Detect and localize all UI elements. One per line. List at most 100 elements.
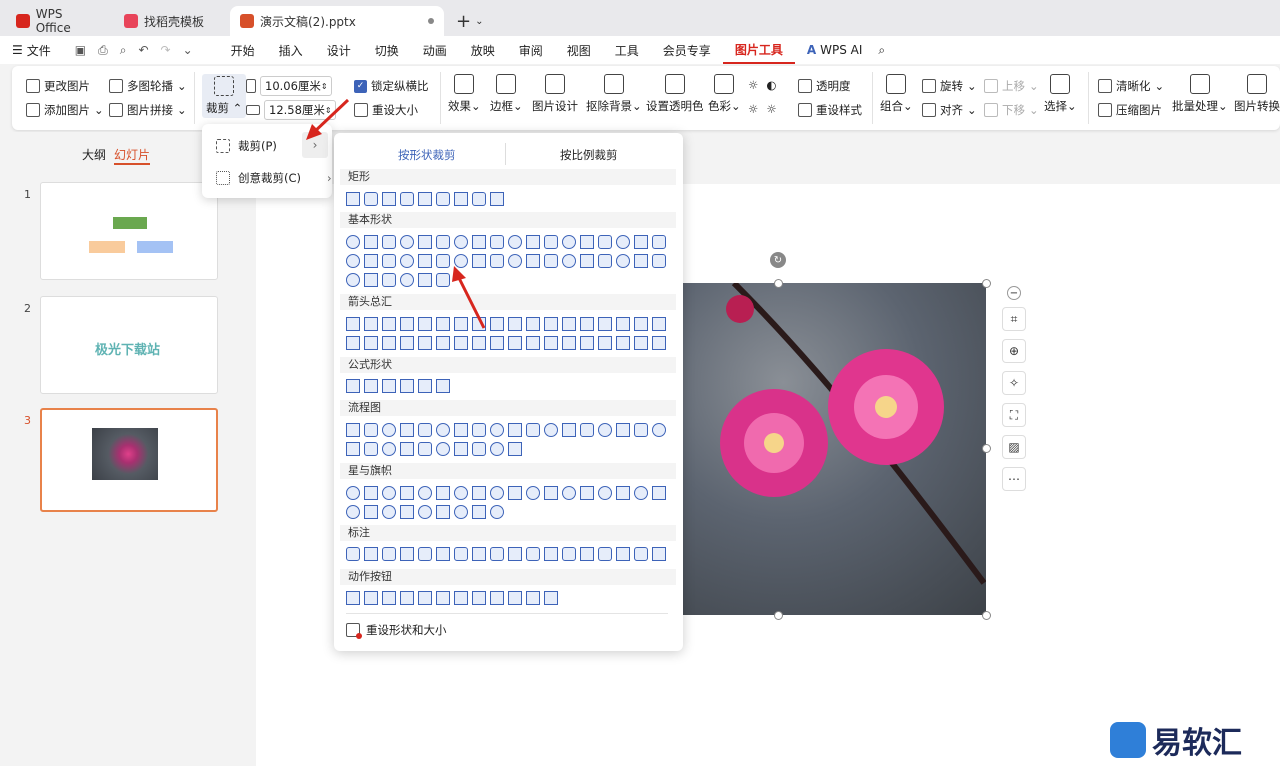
shape-option[interactable] (382, 317, 396, 331)
shape-option[interactable] (364, 273, 378, 287)
shape-option[interactable] (364, 336, 378, 350)
multi-carousel-button[interactable]: 多图轮播 ⌄ (109, 78, 187, 94)
shape-option[interactable] (454, 317, 468, 331)
shape-option[interactable] (400, 379, 414, 393)
shape-option[interactable] (562, 235, 576, 249)
shape-option[interactable] (454, 442, 468, 456)
shape-option[interactable] (400, 254, 414, 268)
tab-crop-by-ratio[interactable]: 按比例裁剪 (560, 147, 618, 163)
align-button[interactable]: 对齐 ⌄ (922, 102, 977, 118)
shape-option[interactable] (472, 192, 486, 206)
convert-button[interactable]: 图片转换 (1234, 74, 1280, 114)
shape-option[interactable] (454, 423, 468, 437)
shape-option[interactable] (436, 336, 450, 350)
save-icon[interactable]: ▣ (75, 43, 86, 57)
shape-option[interactable] (616, 235, 630, 249)
shape-option[interactable] (508, 547, 522, 561)
set-transparent-color-button[interactable]: 设置透明色 (646, 74, 704, 114)
shape-option[interactable] (364, 317, 378, 331)
shape-option[interactable] (400, 505, 414, 519)
shape-option[interactable] (382, 591, 396, 605)
crop-button[interactable]: 裁剪 ⌃ (202, 74, 247, 118)
shape-option[interactable] (472, 486, 486, 500)
shape-option[interactable] (382, 442, 396, 456)
shape-option[interactable] (490, 336, 504, 350)
shape-option[interactable] (652, 423, 666, 437)
shape-option[interactable] (346, 547, 360, 561)
shape-option[interactable] (472, 442, 486, 456)
redo-icon[interactable]: ↷ (161, 43, 171, 57)
scan-icon[interactable]: ⛶ (1002, 403, 1026, 427)
shape-option[interactable] (346, 442, 360, 456)
select-button[interactable]: 选择⌄ (1044, 74, 1077, 114)
shape-option[interactable] (454, 336, 468, 350)
shape-option[interactable] (598, 423, 612, 437)
tab-outline[interactable]: 大纲 (82, 146, 106, 163)
shape-option[interactable] (526, 591, 540, 605)
shape-option[interactable] (346, 336, 360, 350)
shape-option[interactable] (508, 317, 522, 331)
shape-option[interactable] (634, 547, 648, 561)
effect-button[interactable]: 效果⌄ (448, 74, 481, 114)
collapse-toolbar-icon[interactable]: − (1007, 286, 1021, 300)
menu-start[interactable]: 开始 (219, 36, 267, 64)
shape-option[interactable] (346, 192, 360, 206)
shape-option[interactable] (472, 423, 486, 437)
shape-option[interactable] (652, 317, 666, 331)
shape-option[interactable] (472, 254, 486, 268)
menu-design[interactable]: 设计 (315, 36, 363, 64)
contrast-icon[interactable]: ◐ (766, 78, 776, 92)
slide-thumbnail-1[interactable] (40, 182, 218, 280)
shape-option[interactable] (652, 486, 666, 500)
more-options-icon[interactable]: ⋯ (1002, 467, 1026, 491)
shape-option[interactable] (544, 486, 558, 500)
tab-wps-office[interactable]: WPS Office (6, 6, 110, 36)
submenu-chevron-icon[interactable]: › (302, 132, 328, 158)
transparency-button[interactable]: 透明度 (798, 78, 851, 94)
shape-option[interactable] (634, 336, 648, 350)
shape-option[interactable] (400, 317, 414, 331)
resize-handle[interactable] (982, 279, 991, 288)
menu-animation[interactable]: 动画 (411, 36, 459, 64)
shape-option[interactable] (472, 317, 486, 331)
shape-option[interactable] (346, 317, 360, 331)
shape-option[interactable] (382, 379, 396, 393)
shape-option[interactable] (580, 336, 594, 350)
print-icon[interactable]: ⎙ (98, 43, 108, 58)
shape-option[interactable] (436, 379, 450, 393)
undo-icon[interactable]: ↶ (138, 43, 148, 57)
shape-option[interactable] (436, 192, 450, 206)
shape-option[interactable] (598, 235, 612, 249)
shape-option[interactable] (526, 317, 540, 331)
shape-option[interactable] (346, 273, 360, 287)
shape-option[interactable] (544, 336, 558, 350)
shape-option[interactable] (436, 235, 450, 249)
reset-style-button[interactable]: 重设样式 (798, 102, 862, 118)
picture-design-button[interactable]: 图片设计 (532, 74, 578, 114)
picture-edit-icon[interactable]: ▨ (1002, 435, 1026, 459)
shape-option[interactable] (418, 192, 432, 206)
shape-option[interactable] (400, 192, 414, 206)
shape-option[interactable] (508, 235, 522, 249)
tab-document[interactable]: 演示文稿(2).pptx (230, 6, 444, 36)
menu-view[interactable]: 视图 (555, 36, 603, 64)
tab-slides[interactable]: 幻灯片 (114, 146, 151, 165)
shape-option[interactable] (508, 423, 522, 437)
add-picture-button[interactable]: 添加图片 ⌄ (26, 102, 104, 118)
more-icon[interactable]: ⌄ (183, 43, 193, 57)
batch-button[interactable]: 批量处理⌄ (1172, 74, 1228, 114)
shape-option[interactable] (364, 235, 378, 249)
shape-option[interactable] (544, 254, 558, 268)
shape-option[interactable] (472, 336, 486, 350)
unsaved-dot-icon[interactable] (428, 18, 434, 24)
shape-option[interactable] (526, 254, 540, 268)
shape-option[interactable] (598, 317, 612, 331)
move-down-button[interactable]: 下移 ⌄ (984, 102, 1039, 118)
shape-option[interactable] (400, 486, 414, 500)
shape-option[interactable] (598, 336, 612, 350)
shape-option[interactable] (418, 379, 432, 393)
resize-handle[interactable] (982, 444, 991, 453)
shape-option[interactable] (382, 273, 396, 287)
shape-option[interactable] (490, 442, 504, 456)
shape-option[interactable] (436, 547, 450, 561)
